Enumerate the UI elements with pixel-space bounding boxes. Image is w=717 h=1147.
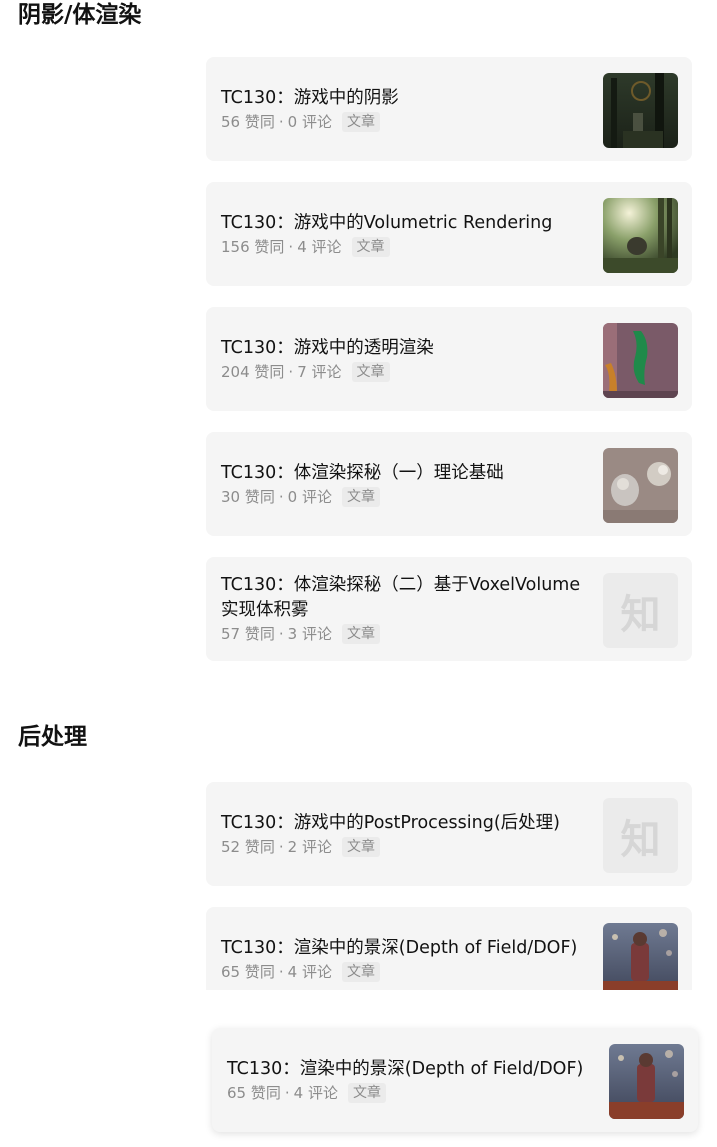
section-title-shadow-volume: 阴影/体渲染 [18,2,142,28]
article-thumbnail[interactable] [609,1044,684,1119]
article-card[interactable]: TC130：游戏中的Volumetric Rendering 156 赞同 · … [206,182,692,286]
card-text: TC130：游戏中的Volumetric Rendering 156 赞同 · … [221,182,593,286]
card-text: TC130：体渲染探秘（一）理论基础 30 赞同 · 0 评论 文章 [221,432,593,536]
meta-separator: · [288,362,294,381]
comment-count: 0 评论 [287,487,332,506]
comment-count: 7 评论 [297,362,342,381]
dof-figure-thumbnail [609,1044,684,1119]
zhihu-placeholder-thumbnail[interactable]: 知 [603,798,678,873]
comment-count: 4 评论 [293,1083,338,1102]
article-thumbnail[interactable] [603,448,678,523]
article-card[interactable]: TC130：游戏中的阴影 56 赞同 · 0 评论 文章 [206,57,692,161]
like-count: 52 赞同 [221,837,275,856]
article-card[interactable]: TC130：游戏中的PostProcessing(后处理) 52 赞同 · 2 … [206,782,692,886]
comment-count: 0 评论 [287,112,332,131]
meta-separator: · [278,625,284,643]
article-meta: 56 赞同 · 0 评论 文章 [221,111,593,133]
article-meta: 156 赞同 · 4 评论 文章 [221,236,593,258]
comment-count: 4 评论 [297,237,342,256]
article-thumbnail[interactable] [603,923,678,990]
card-text: TC130：渲染中的景深(Depth of Field/DOF) 65 赞同 ·… [227,1028,599,1132]
article-card[interactable]: TC130：体渲染探秘（一）理论基础 30 赞同 · 0 评论 文章 [206,432,692,536]
like-count: 30 赞同 [221,487,275,506]
like-count: 57 赞同 [221,625,275,643]
article-thumbnail[interactable] [603,198,678,273]
article-thumbnail[interactable] [603,73,678,148]
article-title[interactable]: TC130：游戏中的阴影 [221,86,593,111]
article-meta: 57 赞同 · 3 评论 文章 [221,623,593,645]
article-title[interactable]: TC130：渲染中的景深(Depth of Field/DOF) [221,936,593,961]
article-card[interactable]: TC130：渲染中的景深(Depth of Field/DOF) 65 赞同 ·… [206,907,692,990]
card-text: TC130：渲染中的景深(Depth of Field/DOF) 65 赞同 ·… [221,907,593,990]
article-meta: 52 赞同 · 2 评论 文章 [221,836,593,858]
like-count: 65 赞同 [221,962,275,981]
meta-separator: · [288,237,294,256]
like-count: 204 赞同 [221,362,285,381]
card-text: TC130：游戏中的透明渲染 204 赞同 · 7 评论 文章 [221,307,593,411]
page: 阴影/体渲染 TC130：游戏中的阴影 56 赞同 · 0 评论 文章 TC13… [0,0,717,1147]
sunlit-forest-thumbnail [603,198,678,273]
zhihu-logo-char: 知 [620,816,661,863]
card-text: TC130：体渲染探秘（二）基于VoxelVolume实现体积雾 57 赞同 ·… [221,557,593,661]
article-meta: 65 赞同 · 4 评论 文章 [227,1082,599,1104]
meta-separator: · [284,1083,290,1102]
dragged-article-card[interactable]: TC130：渲染中的景深(Depth of Field/DOF) 65 赞同 ·… [212,1028,698,1132]
article-type-tag: 文章 [351,236,390,257]
article-type-tag: 文章 [341,111,380,132]
article-card[interactable]: TC130：体渲染探秘（二）基于VoxelVolume实现体积雾 57 赞同 ·… [206,557,692,661]
article-type-tag: 文章 [347,1082,386,1103]
article-meta: 204 赞同 · 7 评论 文章 [221,361,593,383]
meta-separator: · [278,837,284,856]
article-meta: 65 赞同 · 4 评论 文章 [221,961,593,983]
section-title-post-processing: 后处理 [18,724,87,750]
comment-count: 4 评论 [287,962,332,981]
article-title[interactable]: TC130：游戏中的透明渲染 [221,336,593,361]
dof-figure-thumbnail [603,923,678,990]
metal-figures-thumbnail [603,448,678,523]
article-title[interactable]: TC130：渲染中的景深(Depth of Field/DOF) [227,1057,599,1082]
article-type-tag: 文章 [341,624,380,644]
article-title[interactable]: TC130：体渲染探秘（二）基于VoxelVolume实现体积雾 [221,573,593,623]
comment-count: 2 评论 [287,837,332,856]
meta-separator: · [278,962,284,981]
zhihu-logo-char: 知 [620,591,661,638]
article-type-tag: 文章 [341,836,380,857]
article-title[interactable]: TC130：游戏中的PostProcessing(后处理) [221,811,593,836]
article-type-tag: 文章 [341,961,380,982]
meta-separator: · [278,487,284,506]
like-count: 156 赞同 [221,237,285,256]
article-meta: 30 赞同 · 0 评论 文章 [221,486,593,508]
like-count: 65 赞同 [227,1083,281,1102]
card-text: TC130：游戏中的阴影 56 赞同 · 0 评论 文章 [221,57,593,161]
clipped-card-region: TC130：渲染中的景深(Depth of Field/DOF) 65 赞同 ·… [206,907,692,990]
like-count: 56 赞同 [221,112,275,131]
card-text: TC130：游戏中的PostProcessing(后处理) 52 赞同 · 2 … [221,782,593,886]
glass-figures-thumbnail [603,323,678,398]
zhihu-placeholder-thumbnail[interactable]: 知 [603,573,678,648]
dark-forest-scene-thumbnail [603,73,678,148]
meta-separator: · [278,112,284,131]
article-type-tag: 文章 [351,361,390,382]
article-thumbnail[interactable] [603,323,678,398]
article-card[interactable]: TC130：游戏中的透明渲染 204 赞同 · 7 评论 文章 [206,307,692,411]
article-title[interactable]: TC130：游戏中的Volumetric Rendering [221,211,593,236]
comment-count: 3 评论 [287,625,332,643]
article-title[interactable]: TC130：体渲染探秘（一）理论基础 [221,461,593,486]
article-type-tag: 文章 [341,486,380,507]
